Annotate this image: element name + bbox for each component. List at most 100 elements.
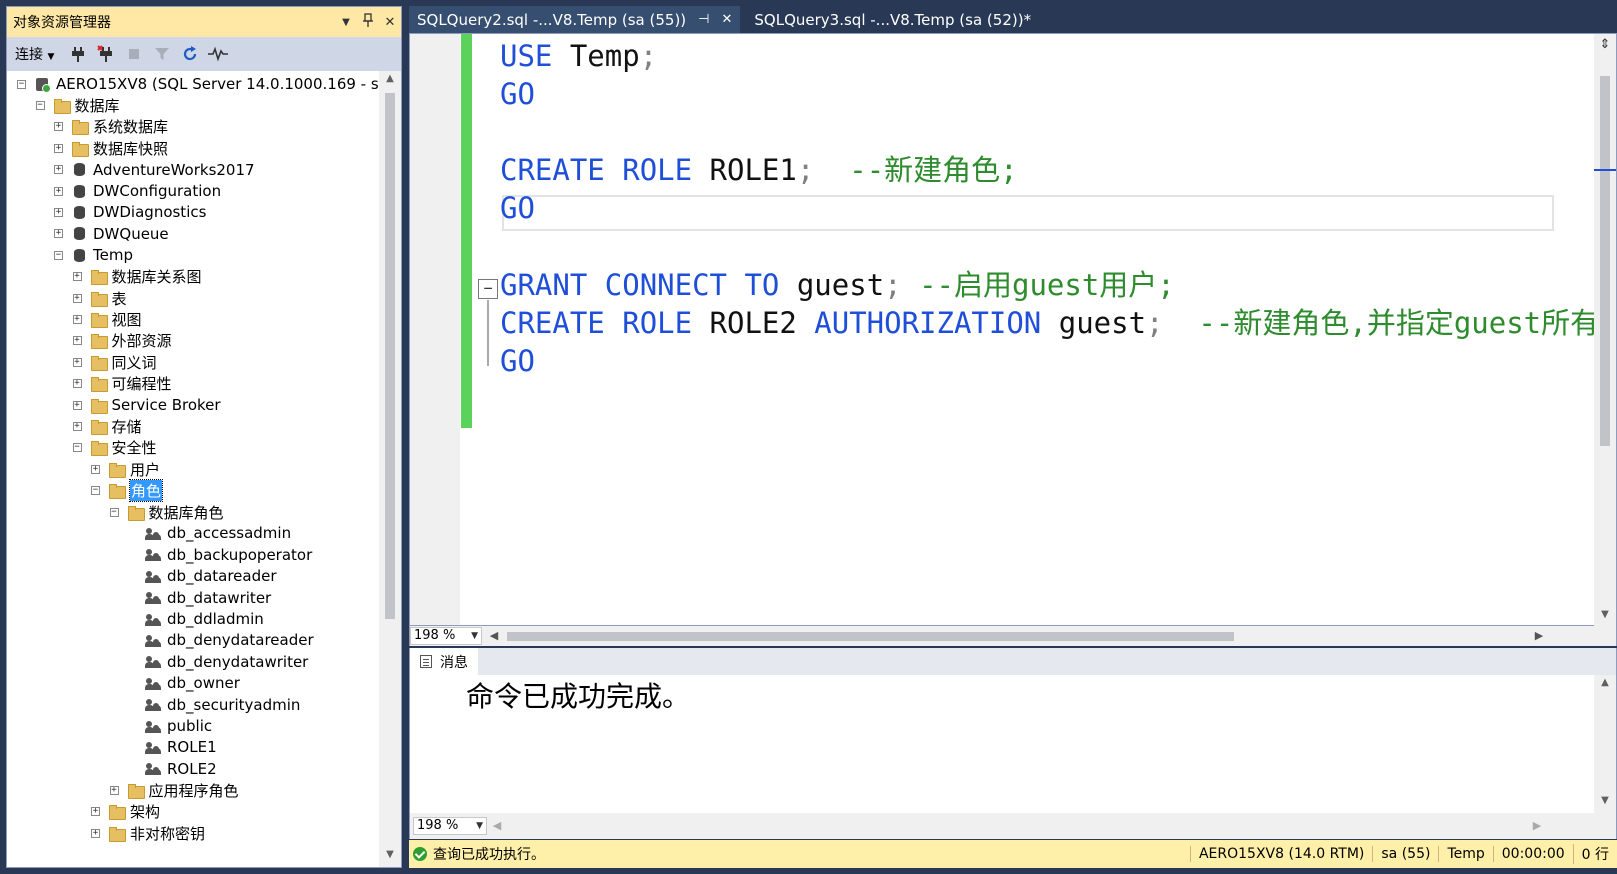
close-tab-icon[interactable]: ✕: [722, 12, 733, 27]
expand-icon[interactable]: +: [91, 807, 100, 817]
object-explorer-scrollbar[interactable]: ▲ ▼: [379, 71, 401, 867]
collapse-icon[interactable]: −: [17, 79, 26, 89]
scroll-down-icon[interactable]: ▼: [1594, 609, 1616, 625]
collapse-icon[interactable]: −: [109, 507, 119, 517]
expand-icon[interactable]: +: [54, 229, 63, 239]
tree-node[interactable]: + DWQueue: [54, 223, 169, 245]
expand-icon[interactable]: +: [72, 357, 82, 367]
results-zoom-select[interactable]: 198 % ▼: [413, 817, 487, 835]
tree-node[interactable]: + DWConfiguration: [54, 180, 221, 202]
expand-icon[interactable]: +: [91, 464, 100, 474]
tree-node[interactable]: − 安全性: [72, 437, 157, 459]
tree-node[interactable]: db_backupoperator: [128, 544, 312, 566]
tree-node[interactable]: − Temp: [54, 244, 133, 266]
connect-button[interactable]: 连接 ▼: [15, 44, 54, 64]
tree-node[interactable]: + 同义词: [72, 351, 157, 373]
document-tab[interactable]: SQLQuery2.sql -...V8.Temp (sa (55)) ⊣ ✕: [409, 6, 741, 33]
scroll-down-icon[interactable]: ▼: [379, 849, 401, 867]
code-line[interactable]: GRANT CONNECT TO guest; --启用guest用户;: [500, 267, 1175, 305]
tree-node[interactable]: db_ddladmin: [128, 608, 264, 630]
tree-node[interactable]: + 系统数据库: [54, 116, 168, 138]
query-editor[interactable]: − USE Temp; GO CREATE ROLE ROLE1; --新建角色; G…: [409, 33, 1617, 627]
split-editor-icon[interactable]: ⇕: [1598, 38, 1612, 52]
tree-node[interactable]: ROLE2: [128, 758, 217, 780]
tree-node[interactable]: + 应用程序角色: [109, 779, 239, 801]
pin-tab-icon[interactable]: ⊣: [698, 12, 709, 27]
results-scrollbar[interactable]: ▲ ▼: [1594, 675, 1616, 813]
collapse-icon[interactable]: −: [35, 100, 45, 110]
code-line[interactable]: CREATE ROLE ROLE2 AUTHORIZATION guest; -…: [500, 305, 1617, 343]
connect-plug-icon[interactable]: [66, 42, 90, 66]
expand-icon[interactable]: +: [54, 186, 63, 196]
tree-node[interactable]: db_securityadmin: [128, 694, 300, 716]
tree-node[interactable]: + DWDiagnostics: [54, 201, 206, 223]
refresh-icon[interactable]: [178, 42, 202, 66]
code-line[interactable]: GO: [500, 343, 535, 381]
editor-scrollbar[interactable]: ⇕ ▼: [1594, 34, 1616, 627]
tree-node[interactable]: + 可编程性: [72, 373, 172, 395]
tree-node[interactable]: + 视图: [72, 308, 142, 330]
window-position-dropdown-icon[interactable]: ▼: [335, 17, 357, 28]
expand-icon[interactable]: +: [72, 336, 82, 346]
collapse-icon[interactable]: −: [72, 443, 82, 453]
tree-node[interactable]: + 用户: [91, 458, 160, 480]
expand-icon[interactable]: +: [72, 314, 82, 324]
expand-icon[interactable]: +: [54, 165, 63, 175]
expand-icon[interactable]: +: [72, 272, 82, 282]
editor-zoom-select[interactable]: 198 % ▼: [410, 627, 482, 645]
expand-icon[interactable]: +: [54, 122, 63, 132]
tree-node[interactable]: + 外部资源: [72, 330, 172, 352]
document-tab[interactable]: SQLQuery3.sql -...V8.Temp (sa (52))*: [746, 6, 1040, 33]
tree-node[interactable]: + 表: [72, 287, 127, 309]
code-line[interactable]: GO: [500, 190, 535, 228]
tree-node[interactable]: − AERO15XV8 (SQL Server 14.0.1000.169 - s…: [17, 73, 379, 95]
activity-monitor-icon[interactable]: [206, 42, 230, 66]
expand-icon[interactable]: +: [72, 293, 82, 303]
tree-node[interactable]: db_denydatawriter: [128, 651, 308, 673]
expand-icon[interactable]: +: [54, 207, 63, 217]
expand-icon[interactable]: +: [91, 828, 100, 838]
scroll-up-icon[interactable]: ▲: [379, 73, 401, 91]
scroll-right-icon[interactable]: ▶: [1530, 817, 1544, 835]
scroll-up-icon[interactable]: ▲: [1594, 677, 1616, 693]
tree-node[interactable]: − 角色: [91, 479, 164, 503]
messages-tab[interactable]: 消息: [410, 648, 478, 675]
expand-icon[interactable]: +: [109, 785, 119, 795]
close-panel-icon[interactable]: ✕: [379, 15, 401, 30]
collapse-icon[interactable]: −: [54, 250, 63, 260]
tree-node[interactable]: db_owner: [128, 672, 240, 694]
tree-node[interactable]: db_accessadmin: [128, 522, 291, 544]
expand-icon[interactable]: +: [72, 421, 82, 431]
code-line[interactable]: USE Temp;: [500, 38, 657, 76]
collapse-icon[interactable]: −: [91, 486, 100, 496]
scrollbar-thumb[interactable]: [1600, 76, 1610, 446]
expand-icon[interactable]: +: [72, 379, 82, 389]
pin-icon[interactable]: [357, 13, 379, 31]
scroll-left-icon[interactable]: ◀: [487, 626, 501, 646]
disconnect-icon[interactable]: [94, 42, 118, 66]
expand-icon[interactable]: +: [72, 400, 82, 410]
tree-node[interactable]: + 数据库关系图: [72, 266, 202, 288]
tree-node[interactable]: db_datawriter: [128, 587, 271, 609]
tree-node[interactable]: + 非对称密钥: [91, 822, 205, 844]
tree-node[interactable]: + AdventureWorks2017: [54, 159, 255, 181]
scroll-down-icon[interactable]: ▼: [1594, 795, 1616, 811]
code-line[interactable]: CREATE ROLE ROLE1; --新建角色;: [500, 152, 1018, 190]
tree-node[interactable]: − 数据库角色: [109, 501, 224, 523]
results-pane[interactable]: 命令已成功完成。 ▲ ▼: [409, 675, 1617, 813]
scrollbar-thumb[interactable]: [385, 93, 395, 619]
tree-node[interactable]: + Service Broker: [72, 394, 221, 416]
horizontal-scrollbar-thumb[interactable]: [507, 632, 1234, 641]
tree-node[interactable]: + 存储: [72, 415, 142, 437]
code-area[interactable]: USE Temp; GO CREATE ROLE ROLE1; --新建角色; GO G…: [472, 34, 1617, 625]
tree-node[interactable]: db_denydatareader: [128, 629, 314, 651]
scroll-right-icon[interactable]: ▶: [1532, 626, 1546, 646]
expand-icon[interactable]: +: [54, 143, 63, 153]
scroll-left-icon[interactable]: ◀: [490, 817, 504, 835]
stop-icon[interactable]: [122, 42, 146, 66]
tree-node[interactable]: ROLE1: [128, 736, 217, 758]
tree-node[interactable]: + 数据库快照: [54, 137, 168, 159]
tree-node[interactable]: + 架构: [91, 801, 160, 823]
tree-node[interactable]: public: [128, 715, 212, 737]
code-line[interactable]: GO: [500, 76, 535, 114]
